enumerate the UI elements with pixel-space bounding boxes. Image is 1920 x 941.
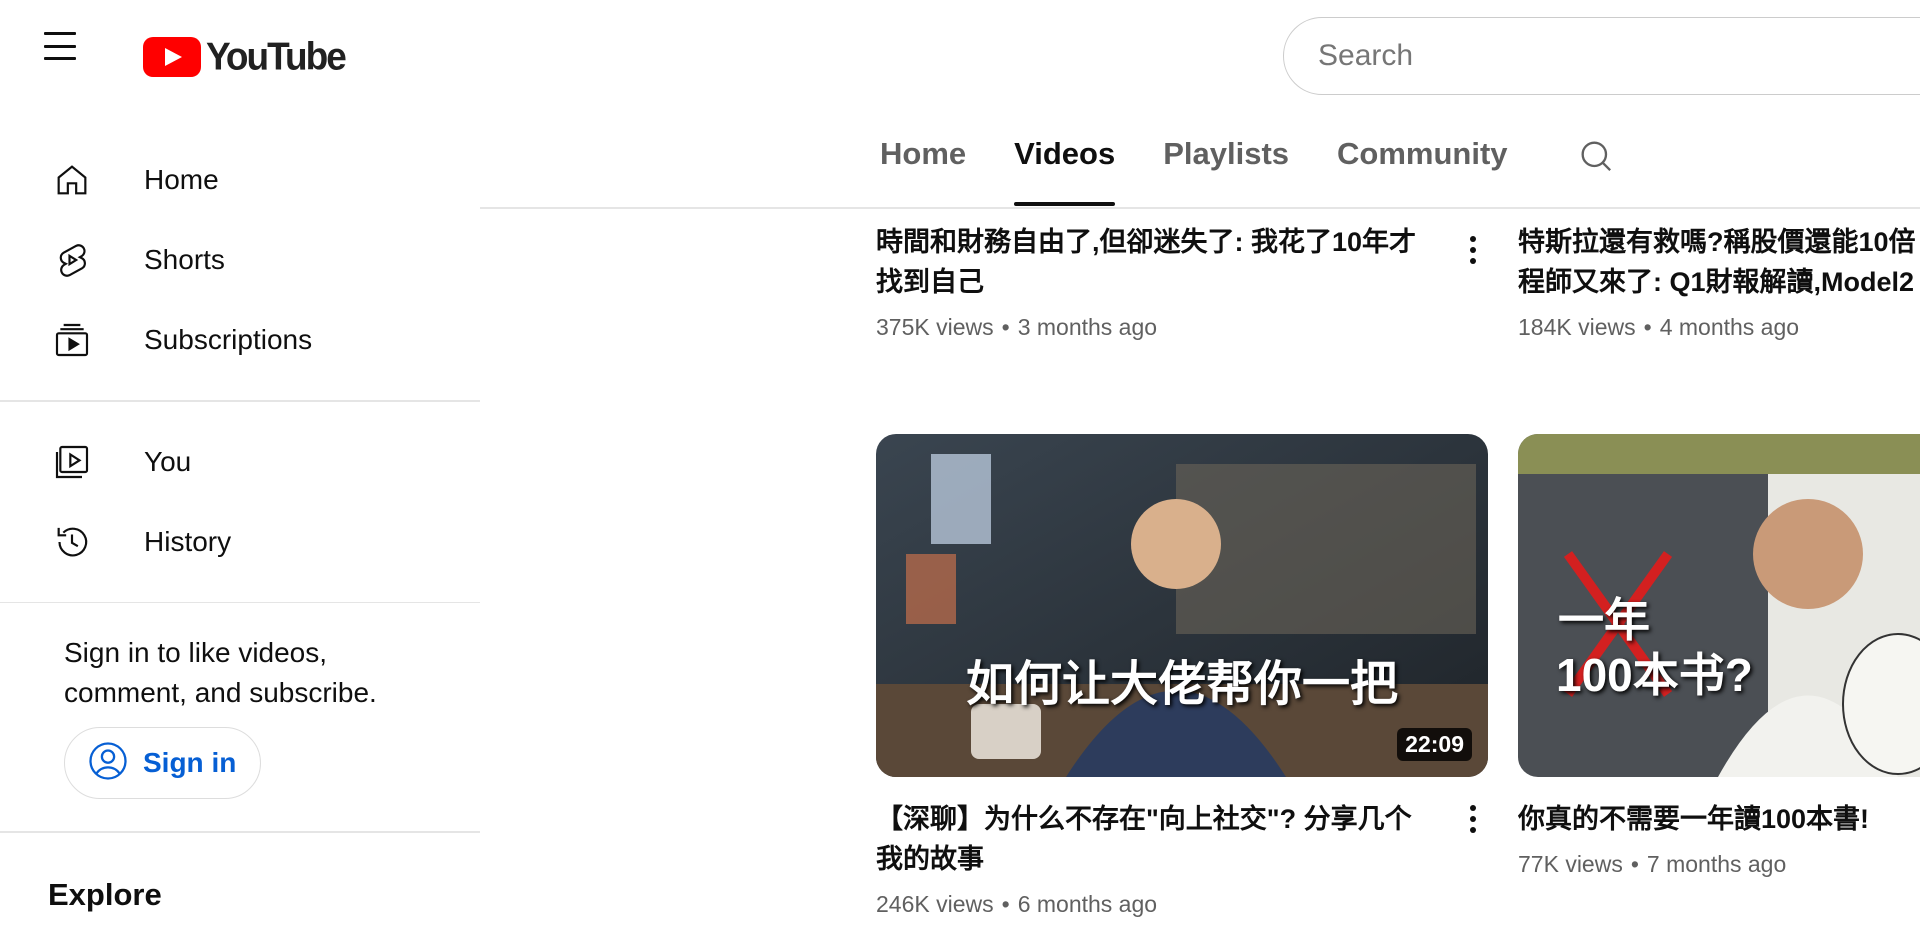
sidebar-item-label: You — [144, 445, 192, 477]
more-actions-icon[interactable] — [1458, 230, 1488, 270]
video-metadata: 375K views • 3 months ago — [876, 314, 1488, 341]
video-card[interactable]: 特斯拉還有救嗎?稱股價還能10倍 程師又來了: Q1財報解讀,Model2 18… — [1518, 222, 1920, 341]
logo-text: YouTube — [206, 34, 347, 78]
tab-home[interactable]: Home — [880, 136, 966, 206]
meta-separator: • — [1643, 314, 1652, 340]
search-box[interactable] — [1283, 17, 1920, 95]
history-icon — [50, 520, 94, 564]
sidebar-divider — [0, 831, 480, 833]
video-thumbnail[interactable]: 如何让大佬帮你一把 22:09 — [876, 434, 1488, 777]
account-icon — [87, 740, 129, 787]
video-card[interactable]: 一年 100本书? 你真的不需要一年讀100本書! 77K views • 7 mo… — [1518, 434, 1920, 878]
view-count: 77K views — [1518, 851, 1623, 877]
channel-tabs: Home Videos Playlists Community — [880, 136, 1616, 206]
sidebar: Home Shorts Subscriptions You History Si… — [0, 140, 480, 913]
subscriptions-icon — [50, 318, 94, 362]
sidebar-item-label: Subscriptions — [144, 324, 313, 355]
your-channel-icon — [50, 440, 94, 484]
signin-prompt: Sign in to like videos, comment, and sub… — [64, 637, 377, 708]
upload-age: 6 months ago — [1017, 891, 1158, 917]
view-count: 375K views — [876, 314, 994, 340]
thumbnail-caption: 如何让大佬帮你一把 — [965, 658, 1398, 711]
upload-age: 4 months ago — [1659, 314, 1800, 340]
video-card[interactable]: 如何让大佬帮你一把 22:09 【深聊】为什么不存在"向上社交"? 分享几个我的… — [876, 434, 1488, 918]
signin-button[interactable]: Sign in — [64, 727, 261, 799]
video-title[interactable]: 【深聊】为什么不存在"向上社交"? 分享几个我的故事 — [876, 799, 1436, 879]
upload-age: 3 months ago — [1017, 314, 1158, 340]
video-metadata: 184K views • 4 months ago — [1518, 314, 1920, 341]
tab-community[interactable]: Community — [1337, 136, 1508, 206]
upload-age: 7 months ago — [1646, 851, 1787, 877]
channel-search-icon[interactable] — [1576, 136, 1616, 181]
thumbnail-caption-bottom: 100本书? — [1556, 649, 1753, 701]
video-title[interactable]: 特斯拉還有救嗎?稱股價還能10倍 程師又來了: Q1財報解讀,Model2 — [1518, 222, 1920, 302]
video-metadata: 246K views • 6 months ago — [876, 891, 1488, 918]
explore-heading: Explore — [48, 876, 162, 912]
video-title[interactable]: 時間和財務自由了,但卻迷失了: 我花了10年才找到自己 — [876, 222, 1436, 302]
shorts-icon — [50, 238, 94, 282]
view-count: 246K views — [876, 891, 994, 917]
video-title[interactable]: 你真的不需要一年讀100本書! — [1518, 799, 1918, 839]
meta-separator: • — [1001, 891, 1010, 917]
tabs-divider — [480, 207, 1920, 209]
search-input[interactable] — [1318, 39, 1920, 73]
menu-icon[interactable] — [40, 28, 80, 64]
tab-videos[interactable]: Videos — [1014, 136, 1116, 206]
meta-separator: • — [1630, 851, 1639, 877]
sidebar-item-label: Shorts — [144, 244, 225, 275]
sidebar-item-label: Home — [144, 164, 219, 195]
thumbnail-image — [876, 434, 1488, 777]
home-icon — [50, 158, 94, 202]
sidebar-item-label: History — [144, 525, 232, 557]
video-metadata: 77K views • 7 months ago — [1518, 851, 1920, 878]
signin-button-label: Sign in — [143, 747, 237, 778]
youtube-logo[interactable]: YouTube — [143, 34, 347, 78]
youtube-play-icon — [143, 37, 201, 77]
view-count: 184K views — [1518, 314, 1636, 340]
video-duration: 22:09 — [1397, 728, 1472, 761]
video-thumbnail[interactable]: 一年 100本书? — [1518, 434, 1920, 777]
sidebar-item-history[interactable]: History — [0, 502, 480, 582]
more-actions-icon[interactable] — [1458, 799, 1488, 839]
tab-playlists[interactable]: Playlists — [1163, 136, 1289, 206]
meta-separator: • — [1001, 314, 1010, 340]
sidebar-divider — [0, 601, 480, 603]
sidebar-item-home[interactable]: Home — [0, 140, 480, 220]
sidebar-item-subscriptions[interactable]: Subscriptions — [0, 300, 480, 380]
video-card[interactable]: 時間和財務自由了,但卻迷失了: 我花了10年才找到自己 375K views • 3… — [876, 222, 1488, 341]
sidebar-item-you[interactable]: You — [0, 422, 480, 502]
sidebar-item-shorts[interactable]: Shorts — [0, 220, 480, 300]
